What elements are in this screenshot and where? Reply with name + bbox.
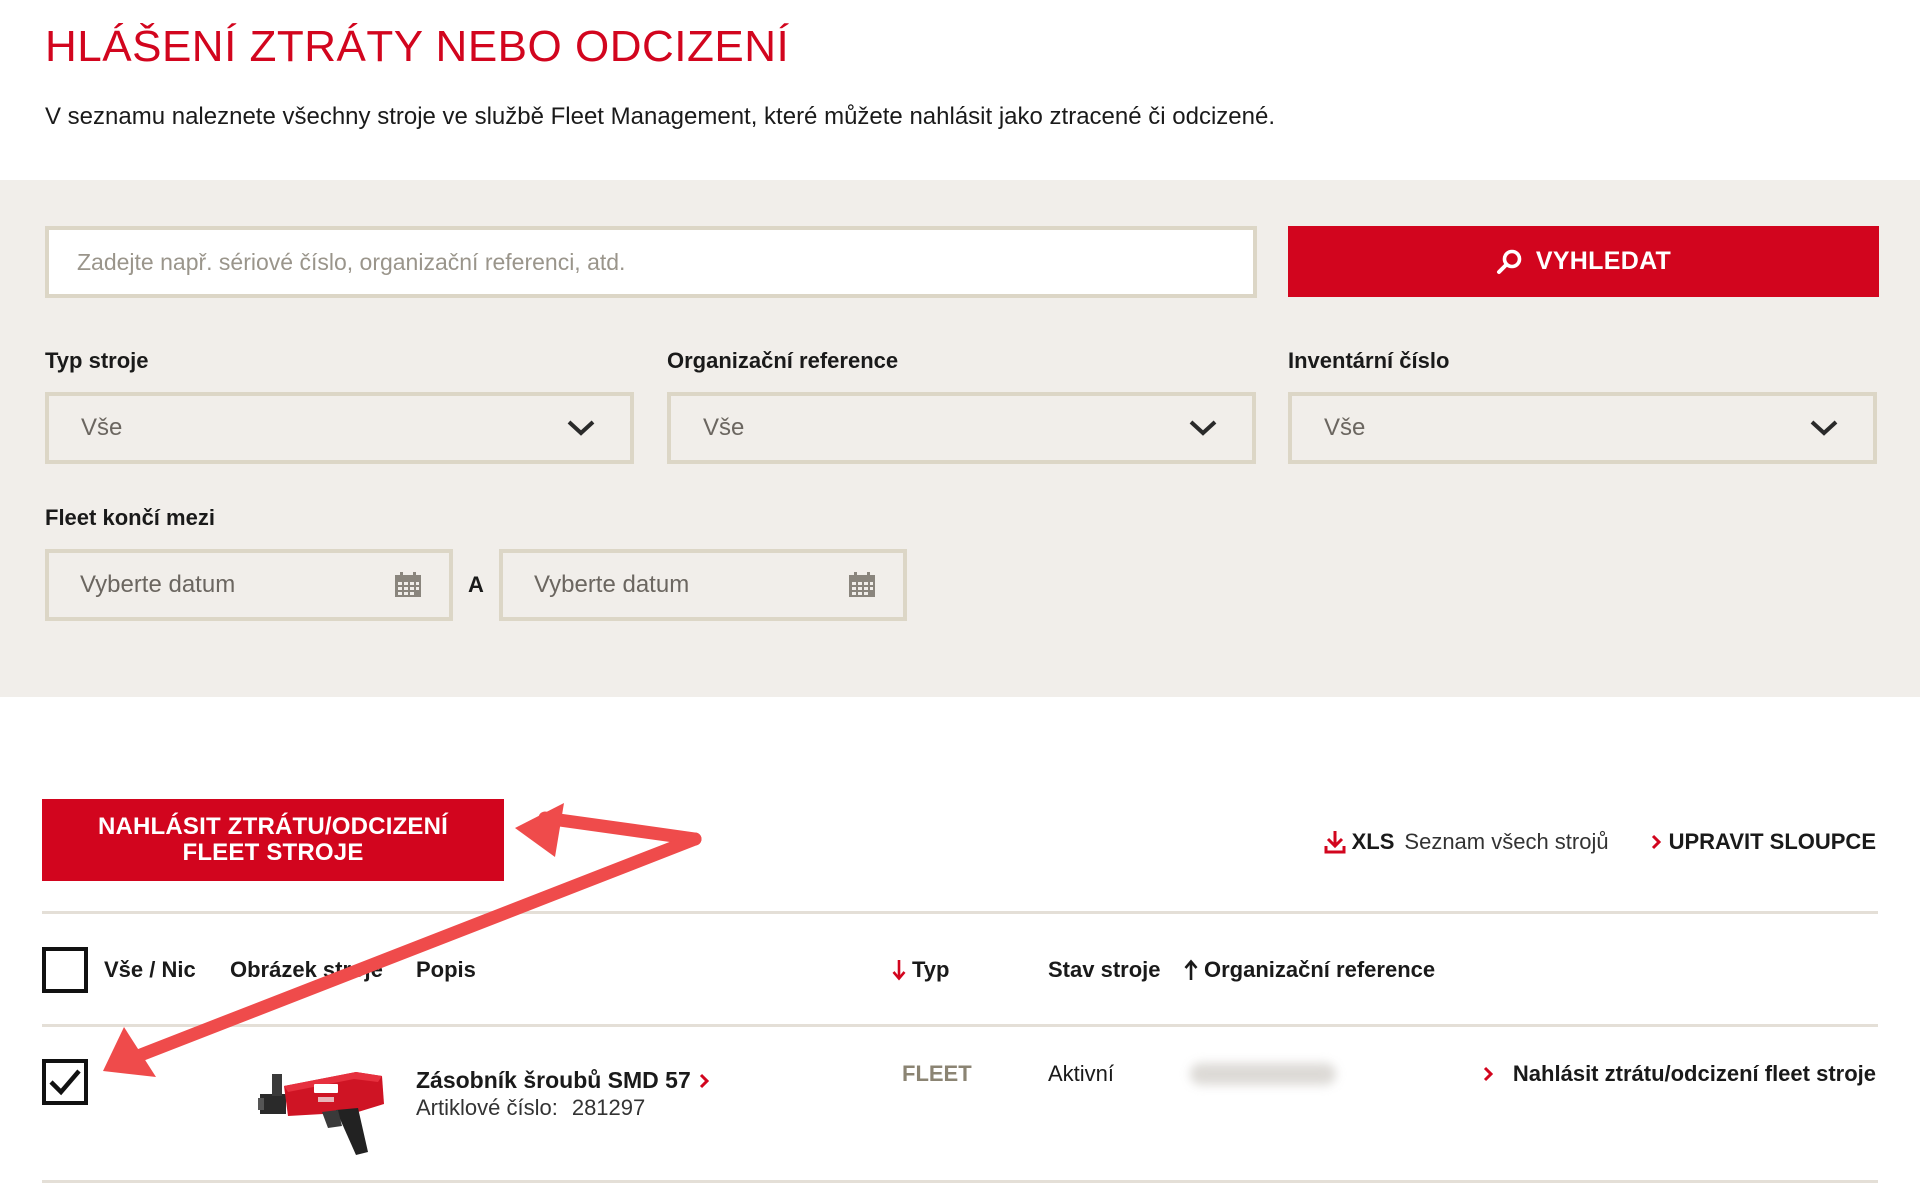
column-header-status[interactable]: Stav stroje xyxy=(1048,957,1161,983)
xls-export-link[interactable]: XLS xyxy=(1324,829,1395,855)
table-top-divider xyxy=(42,911,1878,914)
search-button[interactable]: VYHLEDAT xyxy=(1288,226,1879,297)
annotation-arrow xyxy=(515,803,702,857)
column-header-type[interactable]: Typ xyxy=(892,957,949,983)
article-number: 281297 xyxy=(571,1095,646,1120)
date-range-separator: A xyxy=(468,572,484,597)
row-bottom-divider xyxy=(42,1180,1878,1183)
download-icon xyxy=(1324,831,1346,854)
org-reference-label: Organizační reference xyxy=(667,348,899,373)
page-title: HLÁŠENÍ ZTRÁTY NEBO ODCIZENÍ xyxy=(45,22,790,71)
search-input[interactable] xyxy=(45,226,1257,298)
select-all-checkbox[interactable] xyxy=(42,947,88,993)
chevron-down-icon xyxy=(567,420,595,436)
inventory-number-value: Vše xyxy=(1324,414,1366,441)
report-row-loss-label: Nahlásit ztrátu/odcizení fleet stroje xyxy=(1512,1061,1876,1086)
inventory-number-label: Inventární číslo xyxy=(1288,348,1450,373)
machine-type-value: Vše xyxy=(81,414,123,441)
header-row-divider xyxy=(42,1024,1878,1027)
report-row-loss-link[interactable]: Nahlásit ztrátu/odcizení fleet stroje xyxy=(1483,1061,1876,1087)
column-header-org-reference[interactable]: Organizační reference xyxy=(1184,957,1435,983)
fleet-end-to-date[interactable]: Vyberte datum xyxy=(499,549,907,621)
fleet-end-from-placeholder: Vyberte datum xyxy=(80,571,236,598)
product-link[interactable]: Zásobník šroubů SMD 57 xyxy=(416,1067,709,1094)
report-loss-button[interactable]: NAHLÁSIT ZTRÁTU/ODCIZENÍ FLEET STROJE xyxy=(42,799,504,881)
machine-status-cell: Aktivní xyxy=(1048,1061,1115,1086)
org-reference-cell-redacted xyxy=(1190,1063,1336,1085)
chevron-down-icon xyxy=(1810,420,1838,436)
xls-description: Seznam všech strojů xyxy=(1404,829,1609,854)
sort-descending-icon xyxy=(892,960,906,981)
machine-type-cell: FLEET xyxy=(902,1061,972,1086)
table-toolbar: XLS Seznam všech strojů UPRAVIT SLOUPCE xyxy=(1324,829,1876,855)
inventory-number-select[interactable]: Vše xyxy=(1288,392,1877,464)
machine-type-label: Typ stroje xyxy=(45,348,149,373)
sort-ascending-icon xyxy=(1184,959,1198,980)
column-header-description[interactable]: Popis xyxy=(416,957,476,983)
xls-label: XLS xyxy=(1351,829,1395,854)
article-number-row: Artiklové číslo: 281297 xyxy=(416,1095,645,1121)
org-reference-value: Vše xyxy=(703,414,745,441)
product-image xyxy=(258,1072,384,1155)
column-header-select-all[interactable]: Vše / Nic xyxy=(104,957,196,983)
chevron-down-icon xyxy=(1189,420,1217,436)
fleet-end-from-date[interactable]: Vyberte datum xyxy=(45,549,453,621)
report-loss-button-label: NAHLÁSIT ZTRÁTU/ODCIZENÍ FLEET STROJE xyxy=(97,813,449,866)
machine-type-select[interactable]: Vše xyxy=(45,392,634,464)
edit-columns-label: UPRAVIT SLOUPCE xyxy=(1668,829,1876,854)
org-reference-select[interactable]: Vše xyxy=(667,392,1256,464)
chevron-right-icon xyxy=(1651,834,1661,850)
chevron-right-icon xyxy=(699,1073,709,1088)
row-checkbox[interactable] xyxy=(42,1059,88,1105)
fleet-end-label: Fleet končí mezi xyxy=(45,505,215,530)
page-intro: V seznamu naleznete všechny stroje ve sl… xyxy=(45,103,1275,130)
calendar-icon xyxy=(395,572,421,597)
edit-columns-link[interactable]: UPRAVIT SLOUPCE xyxy=(1651,829,1876,855)
checkmark-icon xyxy=(49,1069,81,1096)
search-button-label: VYHLEDAT xyxy=(1535,247,1672,275)
article-label: Artiklové číslo: xyxy=(416,1095,558,1120)
description-column-label: Popis xyxy=(416,957,476,982)
calendar-icon xyxy=(849,572,875,597)
fleet-end-to-placeholder: Vyberte datum xyxy=(534,571,690,598)
search-icon xyxy=(1496,249,1522,274)
status-column-label: Stav stroje xyxy=(1048,957,1161,982)
chevron-right-icon xyxy=(1483,1066,1493,1082)
image-column-label: Obrázek stroje xyxy=(230,957,383,982)
product-name: Zásobník šroubů SMD 57 xyxy=(416,1067,691,1093)
type-column-label: Typ xyxy=(912,957,950,982)
select-all-label: Vše / Nic xyxy=(104,957,196,982)
column-header-image: Obrázek stroje xyxy=(230,957,383,983)
org-reference-column-label: Organizační reference xyxy=(1204,957,1436,982)
